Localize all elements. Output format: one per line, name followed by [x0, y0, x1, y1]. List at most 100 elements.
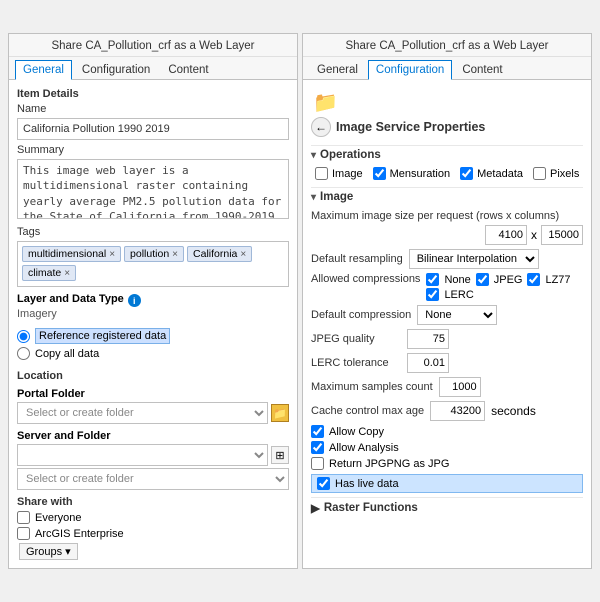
- allow-analysis-label: Allow Analysis: [329, 442, 399, 454]
- tag-label: climate: [28, 267, 61, 279]
- radio-reference-input[interactable]: [17, 330, 30, 343]
- lerc-tolerance-input[interactable]: [407, 353, 449, 373]
- max-cols-input[interactable]: [541, 225, 583, 245]
- tag-multidimensional[interactable]: multidimensional ×: [22, 246, 121, 262]
- arcgis-checkbox[interactable]: [17, 527, 30, 540]
- tag-label: multidimensional: [28, 248, 106, 260]
- compressions-label: Allowed compressions: [311, 273, 420, 285]
- tab-general-left[interactable]: General: [15, 60, 72, 80]
- left-tabs: General Configuration Content: [9, 57, 297, 80]
- groups-chevron-icon: ▾: [65, 545, 71, 558]
- summary-textarea[interactable]: This image web layer is a multidimension…: [17, 159, 289, 219]
- image-section: Maximum image size per request (rows x c…: [311, 210, 583, 493]
- max-size-label: Maximum image size per request (rows x c…: [311, 210, 583, 222]
- radio-copy[interactable]: Copy all data: [17, 347, 289, 360]
- return-jpg-checkbox[interactable]: [311, 457, 324, 470]
- tab-content-left[interactable]: Content: [160, 60, 216, 80]
- jpeg-quality-input[interactable]: [407, 329, 449, 349]
- tag-remove-california[interactable]: ×: [240, 249, 246, 260]
- groups-button[interactable]: Groups ▾: [19, 543, 78, 560]
- tag-remove-pollution[interactable]: ×: [172, 249, 178, 260]
- server-folder-row: ⊞: [17, 444, 289, 466]
- tag-climate[interactable]: climate ×: [22, 265, 76, 281]
- raster-functions-label: Raster Functions: [324, 502, 418, 514]
- default-comp-select[interactable]: None: [417, 305, 497, 325]
- info-icon[interactable]: i: [128, 294, 141, 307]
- size-inputs: x: [485, 225, 583, 245]
- radio-copy-input[interactable]: [17, 347, 30, 360]
- portal-folder-row: Select or create folder 📁: [17, 402, 289, 424]
- comp-lz77-label: LZ77: [545, 274, 570, 286]
- operations-chevron-icon: ▾: [311, 150, 316, 161]
- image-checkbox[interactable]: [315, 167, 328, 180]
- tags-label: Tags: [17, 226, 289, 238]
- portal-folder-select[interactable]: Select or create folder: [17, 402, 268, 424]
- comp-jpeg-checkbox[interactable]: [476, 273, 489, 286]
- right-panel: Share CA_Pollution_crf as a Web Layer Ge…: [302, 33, 592, 569]
- lerc-tolerance-label: LERC tolerance: [311, 357, 401, 369]
- operations-header[interactable]: ▾ Operations: [311, 145, 583, 164]
- jpeg-quality-label: JPEG quality: [311, 333, 401, 345]
- max-samples-label: Maximum samples count: [311, 381, 433, 393]
- tab-general-right[interactable]: General: [309, 60, 366, 80]
- tab-content-right[interactable]: Content: [454, 60, 510, 80]
- comp-lz77-checkbox[interactable]: [527, 273, 540, 286]
- radio-group: Reference registered data Copy all data: [17, 324, 289, 364]
- radio-copy-label: Copy all data: [35, 348, 99, 360]
- metadata-check-item: Metadata: [460, 167, 523, 180]
- mensuration-check-item: Mensuration: [373, 167, 451, 180]
- cache-max-label: Cache control max age: [311, 405, 424, 417]
- metadata-checkbox[interactable]: [460, 167, 473, 180]
- back-row: ← Image Service Properties: [311, 115, 583, 137]
- comp-lerc-label: LERC: [444, 289, 473, 301]
- back-button[interactable]: ←: [311, 117, 331, 137]
- name-input[interactable]: [17, 118, 289, 140]
- cache-max-unit: seconds: [491, 404, 536, 418]
- raster-functions-header[interactable]: ▶ Raster Functions: [311, 497, 583, 518]
- tag-remove-climate[interactable]: ×: [64, 268, 70, 279]
- everyone-label: Everyone: [35, 512, 81, 524]
- comp-lerc-checkbox[interactable]: [426, 288, 439, 301]
- everyone-checkbox[interactable]: [17, 511, 30, 524]
- comp-lerc-line: LERC: [426, 288, 570, 301]
- groups-row: Groups ▾: [19, 543, 289, 560]
- mensuration-checkbox[interactable]: [373, 167, 386, 180]
- server-folder-label: Server and Folder: [17, 430, 289, 442]
- max-samples-row: Maximum samples count: [311, 377, 583, 397]
- folder-icon: 📁: [271, 404, 289, 422]
- compressions-options: None JPEG LZ77 LERC: [426, 273, 570, 301]
- server-folder-select[interactable]: [17, 444, 268, 466]
- allow-analysis-checkbox[interactable]: [311, 441, 324, 454]
- tags-container: multidimensional × pollution × Californi…: [17, 241, 289, 287]
- allow-copy-label: Allow Copy: [329, 426, 384, 438]
- tab-configuration-left[interactable]: Configuration: [74, 60, 158, 80]
- share-section: Share with Everyone ArcGIS Enterprise Gr…: [17, 496, 289, 560]
- tag-california[interactable]: California ×: [187, 246, 252, 262]
- metadata-check-label: Metadata: [477, 168, 523, 180]
- location-label: Location: [17, 370, 289, 382]
- tag-remove-multidimensional[interactable]: ×: [109, 249, 115, 260]
- image-header[interactable]: ▾ Image: [311, 187, 583, 206]
- jpeg-quality-row: JPEG quality: [311, 329, 583, 349]
- service-folder-icon: 📁: [313, 92, 338, 114]
- tab-configuration-right[interactable]: Configuration: [368, 60, 452, 80]
- lerc-tolerance-row: LERC tolerance: [311, 353, 583, 373]
- allow-copy-checkbox[interactable]: [311, 425, 324, 438]
- server-subfolder-select[interactable]: Select or create folder: [17, 468, 289, 490]
- cache-max-input[interactable]: [430, 401, 485, 421]
- has-live-checkbox[interactable]: [317, 477, 330, 490]
- resampling-select[interactable]: Bilinear Interpolation: [409, 249, 539, 269]
- image-check-item: Image: [315, 167, 363, 180]
- name-label: Name: [17, 103, 289, 115]
- item-details-label: Item Details: [17, 88, 289, 100]
- comp-none-checkbox[interactable]: [426, 273, 439, 286]
- max-samples-input[interactable]: [439, 377, 481, 397]
- allow-copy-row: Allow Copy: [311, 425, 583, 438]
- pixels-checkbox[interactable]: [533, 167, 546, 180]
- left-panel-content: Item Details Name Summary This image web…: [9, 80, 297, 568]
- layer-type-label: Layer and Data Type: [17, 293, 124, 305]
- max-rows-input[interactable]: [485, 225, 527, 245]
- arcgis-row: ArcGIS Enterprise: [17, 527, 289, 540]
- tag-pollution[interactable]: pollution ×: [124, 246, 184, 262]
- radio-reference[interactable]: Reference registered data: [17, 328, 289, 344]
